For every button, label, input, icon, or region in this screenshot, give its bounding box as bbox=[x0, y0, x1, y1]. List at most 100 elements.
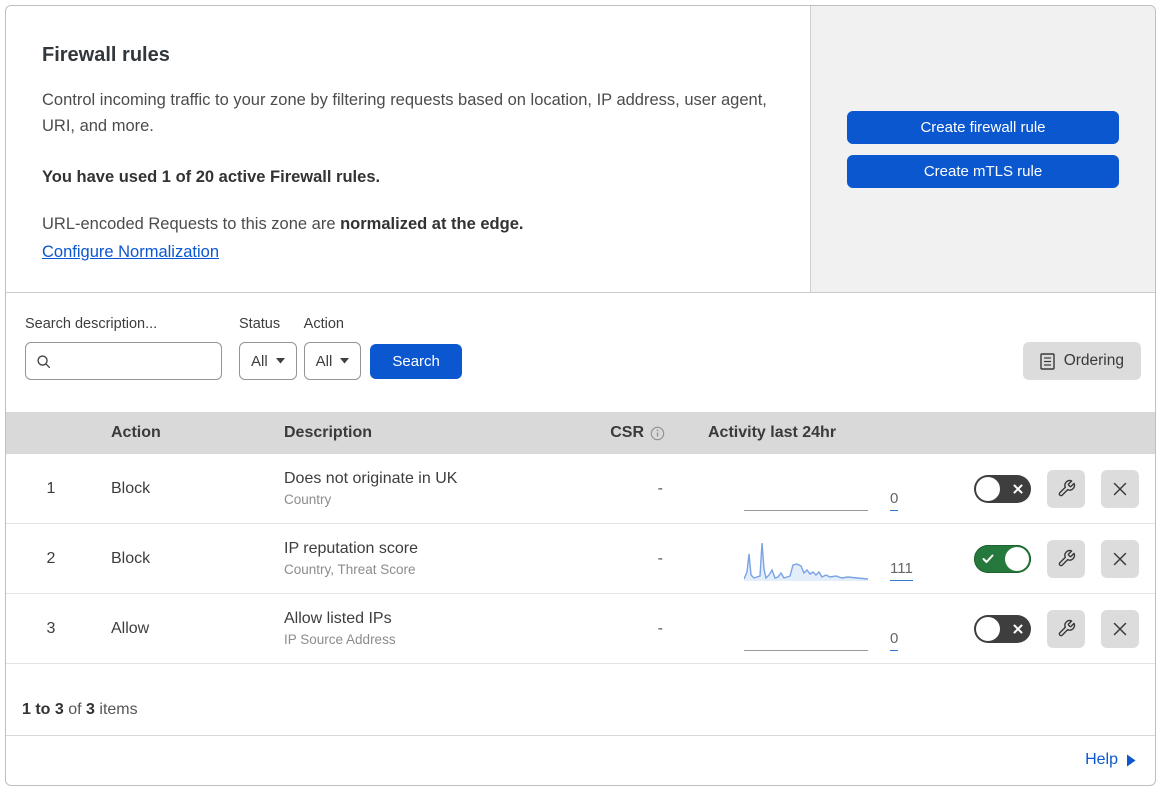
rule-subtitle: Country bbox=[284, 492, 332, 507]
table-row: 2 Block IP reputation score Country, Thr… bbox=[6, 524, 1155, 594]
activity-sparkline bbox=[743, 539, 869, 581]
status-value: All bbox=[251, 352, 268, 370]
search-box[interactable] bbox=[25, 342, 222, 380]
toggle-state-icon bbox=[1013, 484, 1023, 494]
wrench-icon bbox=[1057, 479, 1076, 498]
rule-action: Block bbox=[111, 479, 151, 497]
rule-activity: 0 bbox=[690, 594, 938, 663]
table-body: 1 Block Does not originate in UK Country… bbox=[6, 454, 1155, 664]
normalization-bold: normalized at the edge. bbox=[340, 214, 524, 233]
rule-controls bbox=[938, 609, 1155, 648]
help-row: Help bbox=[6, 736, 1155, 784]
activity-sparkline bbox=[744, 470, 868, 511]
status-group: Status All bbox=[239, 316, 297, 380]
rule-activity: 0 bbox=[690, 454, 938, 523]
filter-bar: Search description... Status All Action … bbox=[6, 293, 1155, 412]
wrench-icon bbox=[1057, 619, 1076, 638]
delete-rule-button[interactable] bbox=[1101, 609, 1139, 648]
rule-title: Allow listed IPs bbox=[284, 610, 392, 627]
search-input[interactable] bbox=[59, 352, 211, 370]
edit-rule-button[interactable] bbox=[1047, 609, 1085, 648]
rule-action: Block bbox=[111, 549, 151, 567]
search-label: Search description... bbox=[25, 316, 158, 332]
page-description: Control incoming traffic to your zone by… bbox=[42, 91, 767, 136]
create-firewall-rule-button[interactable]: Create firewall rule bbox=[847, 110, 1119, 144]
normalization-text: URL-encoded Requests to this zone are bbox=[42, 214, 341, 233]
search-icon bbox=[36, 354, 51, 369]
activity-sparkline bbox=[744, 610, 868, 651]
rule-description: Does not originate in UK Country bbox=[274, 470, 572, 507]
rule-toggle[interactable] bbox=[974, 474, 1031, 503]
ordering-group: Ordering bbox=[1022, 316, 1141, 380]
status-dropdown[interactable]: All bbox=[239, 342, 297, 380]
toggle-knob bbox=[976, 616, 1000, 641]
toggle-knob bbox=[976, 476, 1000, 501]
items-total: 3 bbox=[86, 701, 95, 718]
ordering-list-icon bbox=[1039, 352, 1055, 370]
header-description: Description bbox=[284, 424, 373, 441]
rule-description: IP reputation score Country, Threat Scor… bbox=[274, 540, 572, 577]
action-group: Action All bbox=[303, 316, 362, 380]
wrench-icon bbox=[1057, 549, 1076, 568]
close-icon bbox=[1112, 621, 1128, 637]
rule-toggle[interactable] bbox=[974, 544, 1031, 573]
activity-count-link[interactable]: 0 bbox=[890, 631, 899, 651]
header-csr: CSR bbox=[572, 424, 690, 442]
ordering-label: Ordering bbox=[1063, 352, 1124, 369]
rule-description: Allow listed IPs IP Source Address bbox=[274, 610, 572, 647]
firewall-rules-card: Firewall rules Control incoming traffic … bbox=[5, 5, 1156, 786]
caret-down-icon bbox=[275, 358, 285, 364]
help-label: Help bbox=[1085, 751, 1118, 768]
edit-rule-button[interactable] bbox=[1047, 539, 1085, 578]
header-action: Action bbox=[111, 424, 161, 441]
rule-csr: - bbox=[657, 619, 663, 637]
top-section: Firewall rules Control incoming traffic … bbox=[6, 6, 1155, 293]
page-title: Firewall rules bbox=[42, 44, 170, 66]
header-csr-label: CSR bbox=[610, 424, 644, 441]
table-row: 3 Allow Allow listed IPs IP Source Addre… bbox=[6, 594, 1155, 664]
search-button-group: Search bbox=[370, 316, 462, 379]
activity-count-link[interactable]: 111 bbox=[890, 561, 913, 581]
items-range: 1 to 3 bbox=[22, 701, 64, 718]
action-dropdown[interactable]: All bbox=[303, 342, 362, 380]
rule-controls bbox=[938, 469, 1155, 508]
table-header: Action Description CSR Activity last 24h… bbox=[6, 412, 1155, 454]
rule-subtitle: IP Source Address bbox=[284, 632, 396, 647]
usage-summary: You have used 1 of 20 active Firewall ru… bbox=[42, 167, 381, 186]
status-label: Status bbox=[239, 316, 281, 332]
help-arrow-icon bbox=[1126, 754, 1136, 767]
actions-panel: Create firewall rule Create mTLS rule bbox=[810, 6, 1155, 292]
items-count-row: 1 to 3 of 3 items bbox=[6, 664, 1155, 736]
activity-count-link[interactable]: 0 bbox=[890, 491, 899, 511]
search-button[interactable]: Search bbox=[370, 344, 462, 379]
configure-normalization-link[interactable]: Configure Normalization bbox=[42, 243, 219, 262]
toggle-state-icon bbox=[1013, 624, 1023, 634]
rule-csr: - bbox=[657, 549, 663, 567]
toggle-knob bbox=[1005, 546, 1029, 571]
rule-title: IP reputation score bbox=[284, 540, 419, 557]
rule-controls bbox=[938, 539, 1155, 578]
rule-subtitle: Country, Threat Score bbox=[284, 562, 416, 577]
create-mtls-rule-button[interactable]: Create mTLS rule bbox=[847, 154, 1119, 188]
rule-number: 3 bbox=[46, 619, 56, 637]
close-icon bbox=[1112, 481, 1128, 497]
rule-toggle[interactable] bbox=[974, 614, 1031, 643]
items-word: items bbox=[94, 701, 138, 718]
rule-activity: 111 bbox=[690, 524, 938, 593]
normalization-note: URL-encoded Requests to this zone are no… bbox=[42, 215, 770, 234]
delete-rule-button[interactable] bbox=[1101, 539, 1139, 578]
rule-number: 2 bbox=[46, 549, 56, 567]
table-row: 1 Block Does not originate in UK Country… bbox=[6, 454, 1155, 524]
delete-rule-button[interactable] bbox=[1101, 469, 1139, 508]
close-icon bbox=[1112, 551, 1128, 567]
ordering-button[interactable]: Ordering bbox=[1022, 342, 1141, 380]
info-icon[interactable] bbox=[650, 426, 665, 441]
edit-rule-button[interactable] bbox=[1047, 469, 1085, 508]
search-group: Search description... bbox=[25, 316, 222, 380]
items-of: of bbox=[63, 701, 87, 718]
rule-number: 1 bbox=[46, 479, 56, 497]
action-label: Action bbox=[303, 316, 344, 332]
top-intro: Firewall rules Control incoming traffic … bbox=[6, 6, 810, 292]
help-link[interactable]: Help bbox=[1085, 751, 1136, 769]
rule-csr: - bbox=[657, 479, 663, 497]
